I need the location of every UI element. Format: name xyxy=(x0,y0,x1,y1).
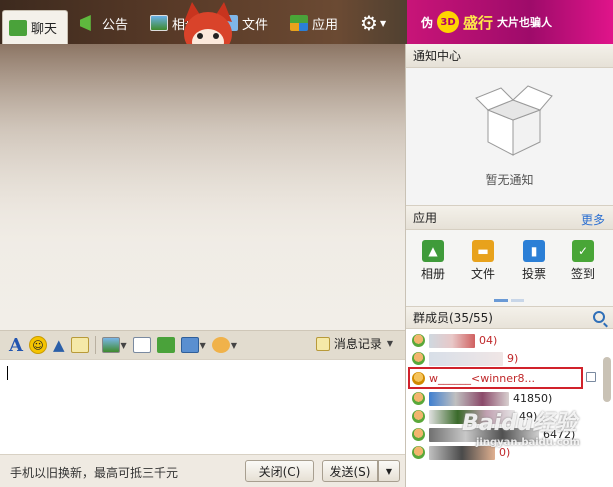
apps-pager[interactable] xyxy=(494,299,524,302)
member-list-scrollbar[interactable] xyxy=(603,357,611,402)
blurred-name xyxy=(429,351,503,366)
magic-expression-icon[interactable] xyxy=(211,337,230,353)
send-button[interactable]: 发送(S) xyxy=(322,460,378,482)
toolbar-divider xyxy=(94,336,96,354)
blurred-name xyxy=(429,333,475,348)
app-label: 签到 xyxy=(570,267,595,281)
tab-label: 应用 xyxy=(312,17,339,33)
photo-album-icon xyxy=(150,15,168,31)
tab-label: 文件 xyxy=(242,17,269,33)
chat-icon xyxy=(9,19,27,36)
more-apps-link[interactable]: 更多 xyxy=(581,211,605,228)
checkin-icon: ✓ xyxy=(572,240,594,262)
send-image-icon[interactable] xyxy=(101,337,120,353)
font-icon[interactable]: A xyxy=(9,334,23,356)
watermark-sub: jingyan.baidu.com xyxy=(476,437,580,448)
text-cursor xyxy=(7,366,8,380)
edit-icon[interactable] xyxy=(586,372,596,382)
vote-chart-icon: ▮ xyxy=(523,240,545,262)
message-history-button[interactable]: 消息记录 ▼ xyxy=(315,335,393,352)
chat-background-overlay xyxy=(0,44,405,330)
member-avatar-icon xyxy=(412,371,425,385)
baidu-jingyan-watermark: Baidu经验 jingyan.baidu.com xyxy=(462,405,580,448)
shake-window-icon[interactable]: ▲ xyxy=(53,334,65,356)
app-files[interactable]: ▬ 文件 xyxy=(463,240,503,282)
ad-3d-logo: 3D xyxy=(437,11,460,33)
doodle-icon[interactable] xyxy=(70,337,89,353)
empty-box-icon xyxy=(475,85,553,156)
member-avatar-icon xyxy=(412,334,425,347)
chat-message-area[interactable] xyxy=(0,44,405,330)
member-name: 04) xyxy=(479,334,498,347)
apps-panel: ▲ 相册 ▬ 文件 ▮ 投票 ✓ 签到 xyxy=(406,230,613,307)
members-section-title: 群成员(35/55) xyxy=(406,307,613,329)
member-name: 9) xyxy=(507,352,519,365)
history-label: 消息记录 xyxy=(333,337,382,351)
album-icon: ▲ xyxy=(422,240,444,262)
member-avatar-icon xyxy=(412,410,425,423)
screen-share-icon[interactable] xyxy=(180,337,199,353)
settings-gear-icon[interactable]: ⚙ ▼ xyxy=(360,11,398,35)
watermark-main: Baidu经验 xyxy=(462,411,577,436)
apps-section-title: 应用 更多 xyxy=(406,206,613,230)
member-avatar-icon xyxy=(412,352,425,365)
chevron-down-icon[interactable]: ▼ xyxy=(121,341,127,350)
notice-title-text: 通知中心 xyxy=(413,49,462,63)
ad-text-prefix: 伪 xyxy=(421,15,434,30)
notice-center-title: 通知中心 xyxy=(406,44,613,68)
bottom-bar: 手机以旧换新，最高可抵三千元 关闭(C) 发送(S) ▼ xyxy=(0,455,405,487)
app-album[interactable]: ▲ 相册 xyxy=(413,240,453,282)
folder-icon: ▬ xyxy=(472,240,494,262)
tab-apps[interactable]: 应用 xyxy=(284,8,344,38)
emoji-icon[interactable]: ☺ xyxy=(28,336,47,354)
chevron-down-icon: ▼ xyxy=(386,339,393,348)
message-input[interactable] xyxy=(0,360,405,455)
tab-label: 公告 xyxy=(102,17,129,33)
apps-title-text: 应用 xyxy=(413,211,438,225)
document-icon[interactable] xyxy=(132,337,151,353)
top-tab-bar: 聊天 公告 相册 文件 应用 ⚙ ▼ 伪 3D 盛行 大片也骗人 xyxy=(0,0,613,44)
music-icon[interactable] xyxy=(156,337,175,353)
fox-mascot-decoration xyxy=(184,2,232,44)
send-options-button[interactable]: ▼ xyxy=(378,460,400,482)
app-checkin[interactable]: ✓ 签到 xyxy=(563,240,603,282)
app-vote[interactable]: ▮ 投票 xyxy=(514,240,554,282)
promo-tip-link[interactable]: 手机以旧换新，最高可抵三千元 xyxy=(10,464,178,481)
close-button[interactable]: 关闭(C) xyxy=(245,460,314,482)
ad-text-mid: 盛行 xyxy=(463,13,494,32)
tab-chat[interactable]: 聊天 xyxy=(2,10,68,44)
member-name: 41850) xyxy=(513,392,553,405)
ad-banner[interactable]: 伪 3D 盛行 大片也骗人 xyxy=(407,0,613,44)
chevron-down-icon[interactable]: ▼ xyxy=(231,341,237,350)
tab-announcement[interactable]: 公告 xyxy=(74,8,134,38)
history-icon xyxy=(315,336,330,351)
megaphone-icon xyxy=(80,15,91,31)
app-label: 相册 xyxy=(420,267,445,281)
notice-center-body: 暂无通知 xyxy=(406,68,613,206)
member-row[interactable]: 04) xyxy=(406,332,596,349)
ad-text-tail: 大片也骗人 xyxy=(497,16,553,29)
apps-grid-icon xyxy=(290,15,308,31)
blurred-name xyxy=(429,391,509,406)
member-avatar-icon xyxy=(412,446,425,459)
app-label: 投票 xyxy=(521,267,546,281)
input-toolbar: A ☺ ▲ ▼ ▼ ▼ 消息记录 ▼ xyxy=(0,330,405,360)
empty-notice-text: 暂无通知 xyxy=(485,173,534,187)
tab-label: 聊天 xyxy=(31,22,58,37)
chevron-down-icon[interactable]: ▼ xyxy=(200,341,206,350)
app-label: 文件 xyxy=(470,267,495,281)
member-avatar-icon xyxy=(412,428,425,441)
member-row[interactable]: 9) xyxy=(406,350,596,367)
member-name: w______<winner8... xyxy=(429,371,535,385)
member-avatar-icon xyxy=(412,392,425,405)
members-title-text: 群成员(35/55) xyxy=(413,311,493,325)
search-icon[interactable] xyxy=(593,311,605,323)
member-row-selected[interactable]: w______<winner8... xyxy=(408,367,596,389)
